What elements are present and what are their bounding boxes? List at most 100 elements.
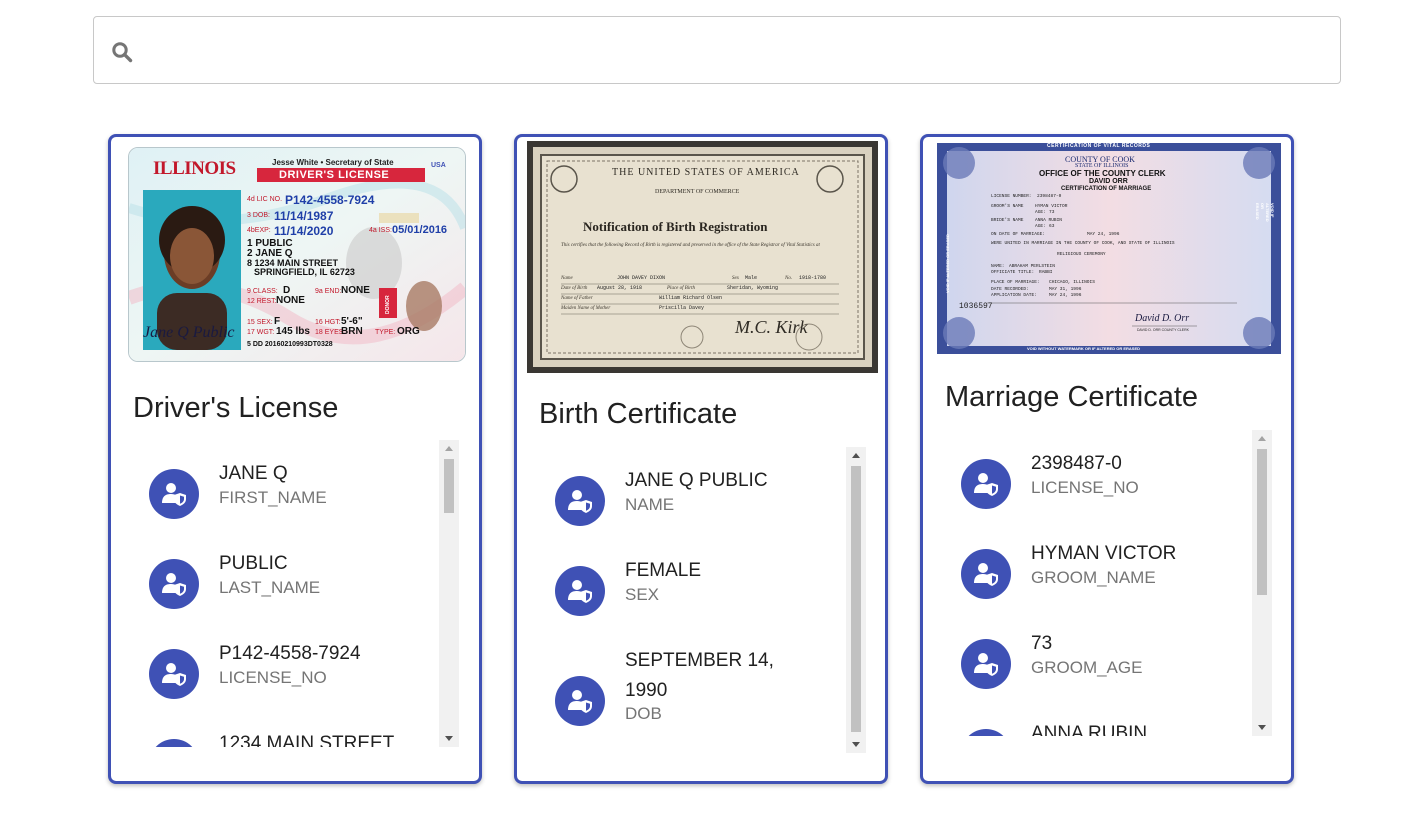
dl-iss-label: 4a ISS: [369, 227, 392, 234]
field-key: LICENSE_NO [219, 668, 327, 687]
field-key: FIRST_NAME [219, 488, 327, 507]
avatar [149, 739, 199, 747]
user-shield-icon [974, 653, 998, 676]
mc-groom: HYMAN VICTOR [1035, 204, 1068, 209]
mc-groom-label: GROOM'S NAME [991, 204, 1024, 209]
scrollbar-thumb[interactable] [851, 466, 861, 732]
avatar [555, 566, 605, 616]
mc-groom-age: 73 [1049, 210, 1055, 215]
bc-name-label: Name [561, 276, 573, 281]
scrollbar-thumb[interactable] [1257, 449, 1267, 595]
dl-dd: 5 DD 20160210993DT0328 [247, 341, 333, 348]
field-key: NAME [625, 495, 675, 514]
mc-top-banner: CERTIFICATION OF VITAL RECORDS [1047, 143, 1151, 149]
bc-no: 1918-1780 [799, 275, 827, 281]
mc-license-label: LICENSE NUMBER: [991, 194, 1032, 199]
document-card-marriage-certificate[interactable]: CERTIFICATION OF VITAL RECORDS COUNTY OF… [920, 134, 1294, 784]
mc-united-text: WERE UNITED IN MARRIAGE IN THE COUNTY OF… [991, 241, 1175, 246]
field-value: SEPTEMBER 14, 1990 [625, 650, 774, 701]
dl-lic-no: P142-4558-7924 [285, 193, 375, 207]
avatar [555, 476, 605, 526]
dl-state: ILLINOIS [153, 158, 236, 179]
dl-signature: Jane Q Public [143, 324, 235, 341]
mc-title-label: OFFICIATE TITLE: [991, 270, 1035, 275]
field-list-item[interactable]: FEMALE SEX [555, 557, 835, 647]
field-list-item[interactable]: 2398487-0 LICENSE_NO [961, 450, 1241, 540]
bc-dept: DEPARTMENT OF COMMERCE [655, 189, 740, 195]
dl-end-label: 9a END: [315, 288, 342, 295]
field-list-item[interactable]: PUBLIC LAST_NAME [149, 550, 429, 640]
search-input[interactable] [150, 27, 1324, 75]
dl-type-label: TYPE: [375, 329, 396, 336]
search-bar [93, 16, 1341, 84]
bc-place: Sheridan, Wyoming [727, 285, 779, 291]
mc-bride: ANNA RUBIN [1035, 218, 1063, 223]
user-shield-icon [162, 663, 186, 686]
card-title: Birth Certificate [539, 398, 738, 430]
dl-wgt: 145 lbs [276, 326, 310, 337]
field-value: JANE Q PUBLIC [625, 470, 768, 491]
triangle-up-icon[interactable] [846, 447, 866, 463]
dl-banner: DRIVER'S LICENSE [279, 169, 390, 181]
field-list[interactable]: 2398487-0 LICENSE_NO HYMAN VICTOR GROOM_NAM… [961, 430, 1273, 736]
bc-body: This certifies that the following Record… [561, 243, 820, 248]
mc-cert-type: CERTIFICATION OF MARRIAGE [1061, 186, 1152, 192]
field-list-item[interactable]: ANNA RUBIN [961, 720, 1241, 736]
triangle-down-icon[interactable] [846, 737, 866, 753]
dl-end: NONE [341, 285, 370, 296]
field-key: DOB [625, 704, 662, 723]
field-list-item[interactable]: P142-4558-7924 LICENSE_NO [149, 640, 429, 730]
dl-type: ORG [397, 326, 420, 337]
field-value: P142-4558-7924 [219, 643, 361, 664]
mc-serial: 1036597 [959, 302, 993, 311]
avatar [149, 469, 199, 519]
mc-place: CHICAGO, ILLINOIS [1049, 280, 1095, 285]
bc-place-label: Place of Birth [667, 286, 696, 291]
user-shield-icon [974, 563, 998, 586]
field-list-item[interactable]: JANE Q PUBLIC NAME [555, 467, 835, 557]
bc-father-label: Name of Father [561, 296, 593, 301]
field-list-item[interactable]: 73 GROOM_AGE [961, 630, 1241, 720]
dl-secretary: Jesse White • Secretary of State [272, 158, 394, 167]
card-title: Marriage Certificate [945, 381, 1199, 413]
field-list-scrollbar[interactable] [1252, 430, 1272, 736]
scrollbar-thumb[interactable] [444, 459, 454, 513]
field-key: LICENSE_NO [1031, 478, 1139, 497]
drivers-license-image: ILLINOIS Jesse White • Secretary of Stat… [128, 147, 466, 362]
field-list-scrollbar[interactable] [846, 447, 866, 753]
field-key: GROOM_AGE [1031, 658, 1143, 677]
field-list-scrollbar[interactable] [439, 440, 459, 747]
triangle-up-icon[interactable] [439, 440, 459, 456]
field-list-item[interactable]: 1234 MAIN STREET [149, 730, 429, 747]
triangle-down-icon[interactable] [1252, 720, 1272, 736]
bc-sex-label: Sex [732, 276, 739, 281]
user-shield-icon [568, 580, 592, 603]
mc-title: RABBI [1039, 270, 1053, 275]
document-card-birth-certificate[interactable]: THE UNITED STATES OF AMERICA DEPARTMENT … [514, 134, 888, 784]
field-value: 2398487-0 [1031, 453, 1122, 474]
card-title: Driver's License [133, 392, 339, 424]
dl-dob: 11/14/1987 [274, 209, 334, 223]
mc-date: MAY 24, 1996 [1087, 232, 1120, 237]
field-list[interactable]: JANE Q FIRST_NAME PUBLIC LAST_NAME P142-4558… [149, 440, 461, 747]
field-list[interactable]: JANE Q PUBLIC NAME FEMALE SEX SEPTEMBER 14, … [555, 447, 867, 753]
mc-officiant: ABRAHAM PERLSTEIN [1009, 264, 1055, 269]
mc-signature: David D. Orr [1135, 313, 1190, 324]
field-value: PUBLIC [219, 553, 288, 574]
triangle-down-icon[interactable] [439, 731, 459, 747]
user-shield-icon [974, 473, 998, 496]
mc-side-text-left: VOID IF ALTERED OR ERASED [945, 234, 950, 293]
bc-mother-label: Maiden Name of Mother [561, 306, 611, 311]
bc-sex: Male [745, 275, 758, 281]
mc-license: 2398487-0 [1037, 194, 1062, 199]
avatar [149, 559, 199, 609]
mc-side-text-right: VOID IF ALTERED OR ERASED [1255, 203, 1275, 222]
dl-wgt-label: 17 WGT: [247, 329, 275, 336]
field-list-item[interactable]: JANE Q FIRST_NAME [149, 460, 429, 550]
triangle-up-icon[interactable] [1252, 430, 1272, 446]
field-list-item[interactable]: SEPTEMBER 14, 1990 DOB [555, 647, 835, 753]
field-list-item[interactable]: HYMAN VICTOR GROOM_NAME [961, 540, 1241, 630]
document-card-drivers-license[interactable]: ILLINOIS Jesse White • Secretary of Stat… [108, 134, 482, 784]
user-shield-icon [568, 490, 592, 513]
bc-mother: Priscilla Davey [659, 305, 705, 311]
